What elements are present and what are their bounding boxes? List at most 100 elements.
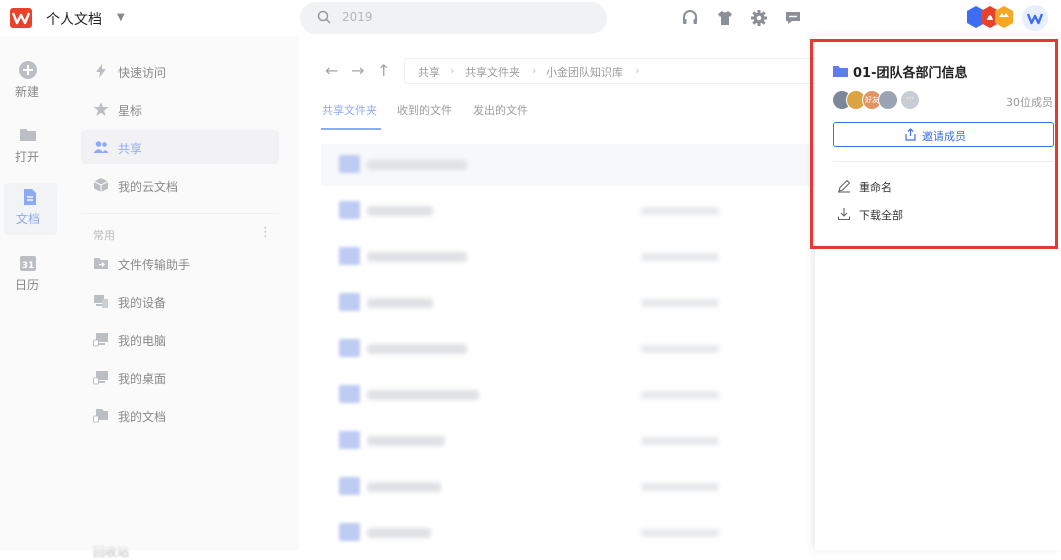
rail-label: 日历: [14, 278, 39, 292]
table-row[interactable]: [321, 420, 815, 462]
nav-label: 我的云文档: [118, 180, 179, 194]
table-row[interactable]: [321, 236, 815, 278]
table-row[interactable]: [321, 328, 815, 370]
rail-label: 文档: [15, 212, 40, 226]
nav-label: 文件传输助手: [118, 258, 191, 272]
file-name: [367, 298, 433, 308]
nav-panel: 快速访问 星标 共享 我的云文档 常用 ⋮ 文件传输助手 我的设备 我的电脑 我…: [66, 36, 299, 559]
document-icon: [24, 189, 36, 205]
calendar-icon: 31: [20, 256, 36, 271]
folder-icon: [20, 129, 36, 141]
nav-item-cloud-docs[interactable]: 我的云文档: [81, 168, 279, 202]
transfer-folder-icon: [94, 258, 108, 269]
folder-icon: [339, 385, 360, 403]
table-row[interactable]: [321, 374, 815, 416]
tab-sent-files[interactable]: 发出的文件: [473, 102, 528, 118]
folder-icon: [339, 247, 360, 265]
nav-item-my-devices[interactable]: 我的设备: [81, 284, 279, 318]
more-vertical-icon[interactable]: ⋮: [259, 225, 272, 240]
file-name: [367, 206, 433, 216]
chevron-down-icon[interactable]: ▼: [117, 12, 127, 23]
highlight-box: [810, 39, 1058, 249]
file-name: [367, 344, 467, 354]
tab-shared-folders[interactable]: 共享文件夹: [322, 102, 377, 118]
plus-circle-icon: [19, 61, 37, 79]
folder-icon: [339, 155, 360, 173]
breadcrumb-item[interactable]: 共享文件夹: [465, 64, 520, 80]
nav-item-file-transfer[interactable]: 文件传输助手: [81, 246, 279, 280]
computer-icon: [93, 333, 108, 347]
forward-arrow-icon[interactable]: →: [351, 61, 367, 80]
search-icon: [317, 10, 331, 24]
table-row[interactable]: [321, 466, 815, 508]
nav-item-my-documents[interactable]: 我的文档: [81, 398, 279, 432]
up-arrow-icon[interactable]: ↑: [377, 61, 393, 80]
nav-item-my-desktop[interactable]: 我的桌面: [81, 360, 279, 394]
file-name: [367, 252, 467, 262]
rail-label: 打开: [14, 150, 39, 164]
nav-item-quick-access[interactable]: 快速访问: [81, 54, 279, 88]
left-rail: 新建 打开 文档 31 日历: [0, 36, 66, 550]
rail-item-calendar[interactable]: 31 日历: [0, 249, 57, 301]
tab-underline: [321, 128, 381, 130]
lightning-icon: [96, 64, 106, 78]
folder-icon: [339, 293, 360, 311]
nav-label: 共享: [118, 142, 143, 156]
back-arrow-icon[interactable]: ←: [325, 61, 341, 80]
file-name: [367, 160, 467, 170]
devices-icon: [94, 295, 108, 308]
file-date: [641, 437, 719, 445]
table-row[interactable]: [321, 512, 815, 554]
gear-icon[interactable]: [750, 9, 768, 27]
breadcrumb-item[interactable]: 小金团队知识库: [546, 64, 623, 80]
skin-shirt-icon[interactable]: [716, 9, 734, 27]
file-name: [367, 528, 431, 538]
nav-label: 星标: [118, 104, 143, 118]
wps-logo: [10, 8, 32, 28]
file-name: [367, 390, 479, 400]
rail-item-new[interactable]: 新建: [0, 56, 57, 108]
nav-item-my-computer[interactable]: 我的电脑: [81, 322, 279, 356]
headset-icon[interactable]: [681, 9, 699, 27]
calendar-day: 31: [22, 261, 35, 271]
table-row[interactable]: [321, 282, 815, 324]
folder-icon: [339, 523, 360, 541]
app-badges-icon[interactable]: [965, 4, 1019, 31]
cube-icon: [93, 178, 109, 192]
rail-item-open[interactable]: 打开: [0, 121, 57, 173]
nav-section-label: 常用: [93, 229, 115, 242]
search-placeholder: 2019: [342, 10, 373, 24]
file-date: [641, 391, 719, 399]
folder-icon: [339, 477, 360, 495]
main-file-area: ← → ↑ 共享 › 共享文件夹 › 小金团队知识库 › 共享文件夹 收到的文件…: [299, 36, 824, 550]
nav-label: 快速访问: [118, 66, 167, 80]
chevron-right-icon: ›: [532, 64, 537, 77]
nav-label: 我的设备: [118, 296, 167, 310]
breadcrumb: 共享 › 共享文件夹 › 小金团队知识库 ›: [404, 58, 824, 84]
file-date: [641, 253, 719, 261]
top-bar: 个人文档 ▼ 2019: [0, 0, 1061, 36]
table-row[interactable]: [321, 144, 815, 186]
file-date: [641, 345, 719, 353]
nav-label: 我的桌面: [118, 372, 167, 386]
star-icon: [93, 102, 109, 116]
nav-item-recycle-bin[interactable]: 回收站: [93, 543, 129, 560]
window-title[interactable]: 个人文档: [46, 9, 102, 29]
nav-divider: [81, 213, 279, 214]
tab-received-files[interactable]: 收到的文件: [397, 102, 452, 118]
chevron-right-icon: ›: [635, 64, 640, 77]
message-icon[interactable]: [784, 9, 802, 27]
user-avatar[interactable]: [1022, 5, 1048, 31]
chevron-right-icon: ›: [450, 64, 455, 77]
breadcrumb-item[interactable]: 共享: [418, 64, 440, 80]
folder-icon: [339, 339, 360, 357]
people-icon: [93, 141, 109, 153]
folder-icon: [339, 201, 360, 219]
table-row[interactable]: [321, 190, 815, 232]
desktop-icon: [93, 371, 108, 385]
nav-item-star[interactable]: 星标: [81, 92, 279, 126]
file-date: [641, 529, 719, 537]
folder-icon: [339, 431, 360, 449]
rail-item-docs[interactable]: 文档: [4, 183, 57, 235]
nav-item-shared[interactable]: 共享: [81, 130, 279, 164]
